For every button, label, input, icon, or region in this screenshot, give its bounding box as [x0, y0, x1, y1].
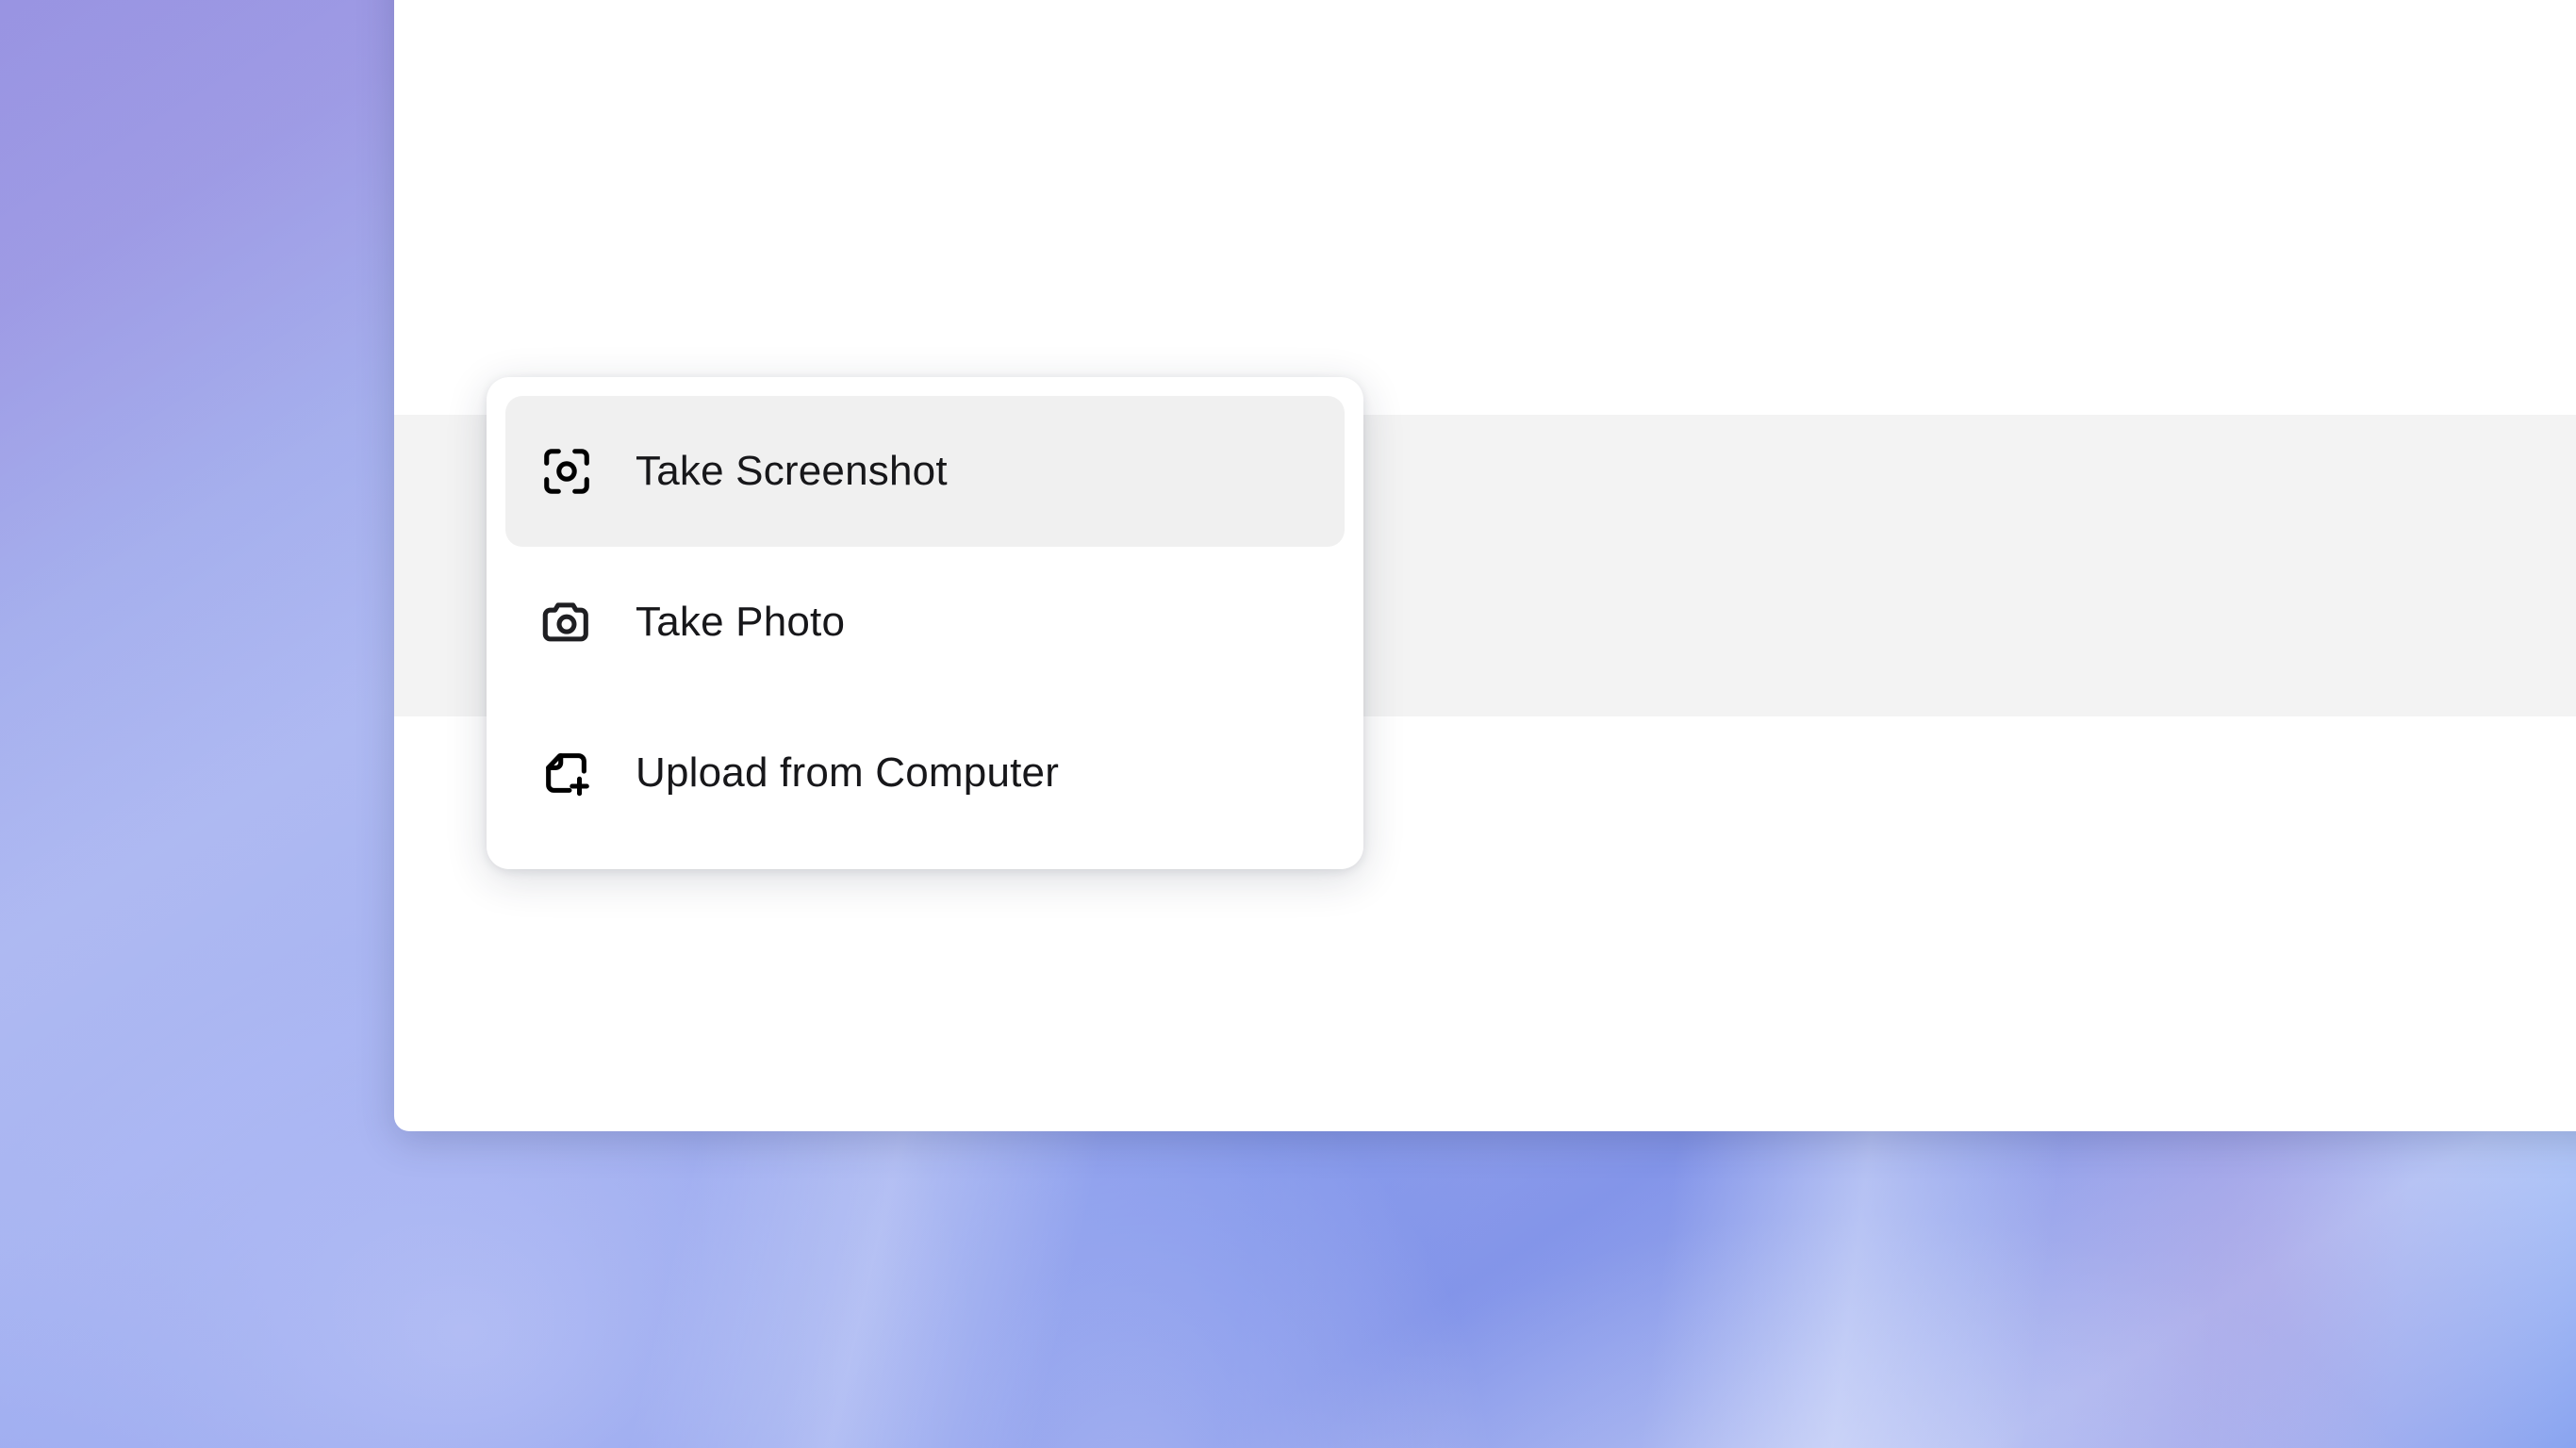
menu-item-upload-from-computer[interactable]: Upload from Computer — [505, 698, 1345, 848]
menu-item-label: Upload from Computer — [636, 749, 1060, 796]
menu-item-label: Take Photo — [636, 599, 846, 645]
screenshot-viewfinder-icon — [537, 442, 596, 501]
file-plus-icon — [537, 744, 596, 802]
camera-icon — [537, 593, 596, 651]
menu-item-take-screenshot[interactable]: Take Screenshot — [505, 396, 1345, 547]
menu-item-take-photo[interactable]: Take Photo — [505, 547, 1345, 698]
attach-options-menu: Take Screenshot Take Photo Upload from C… — [487, 377, 1363, 869]
menu-item-label: Take Screenshot — [636, 448, 948, 494]
